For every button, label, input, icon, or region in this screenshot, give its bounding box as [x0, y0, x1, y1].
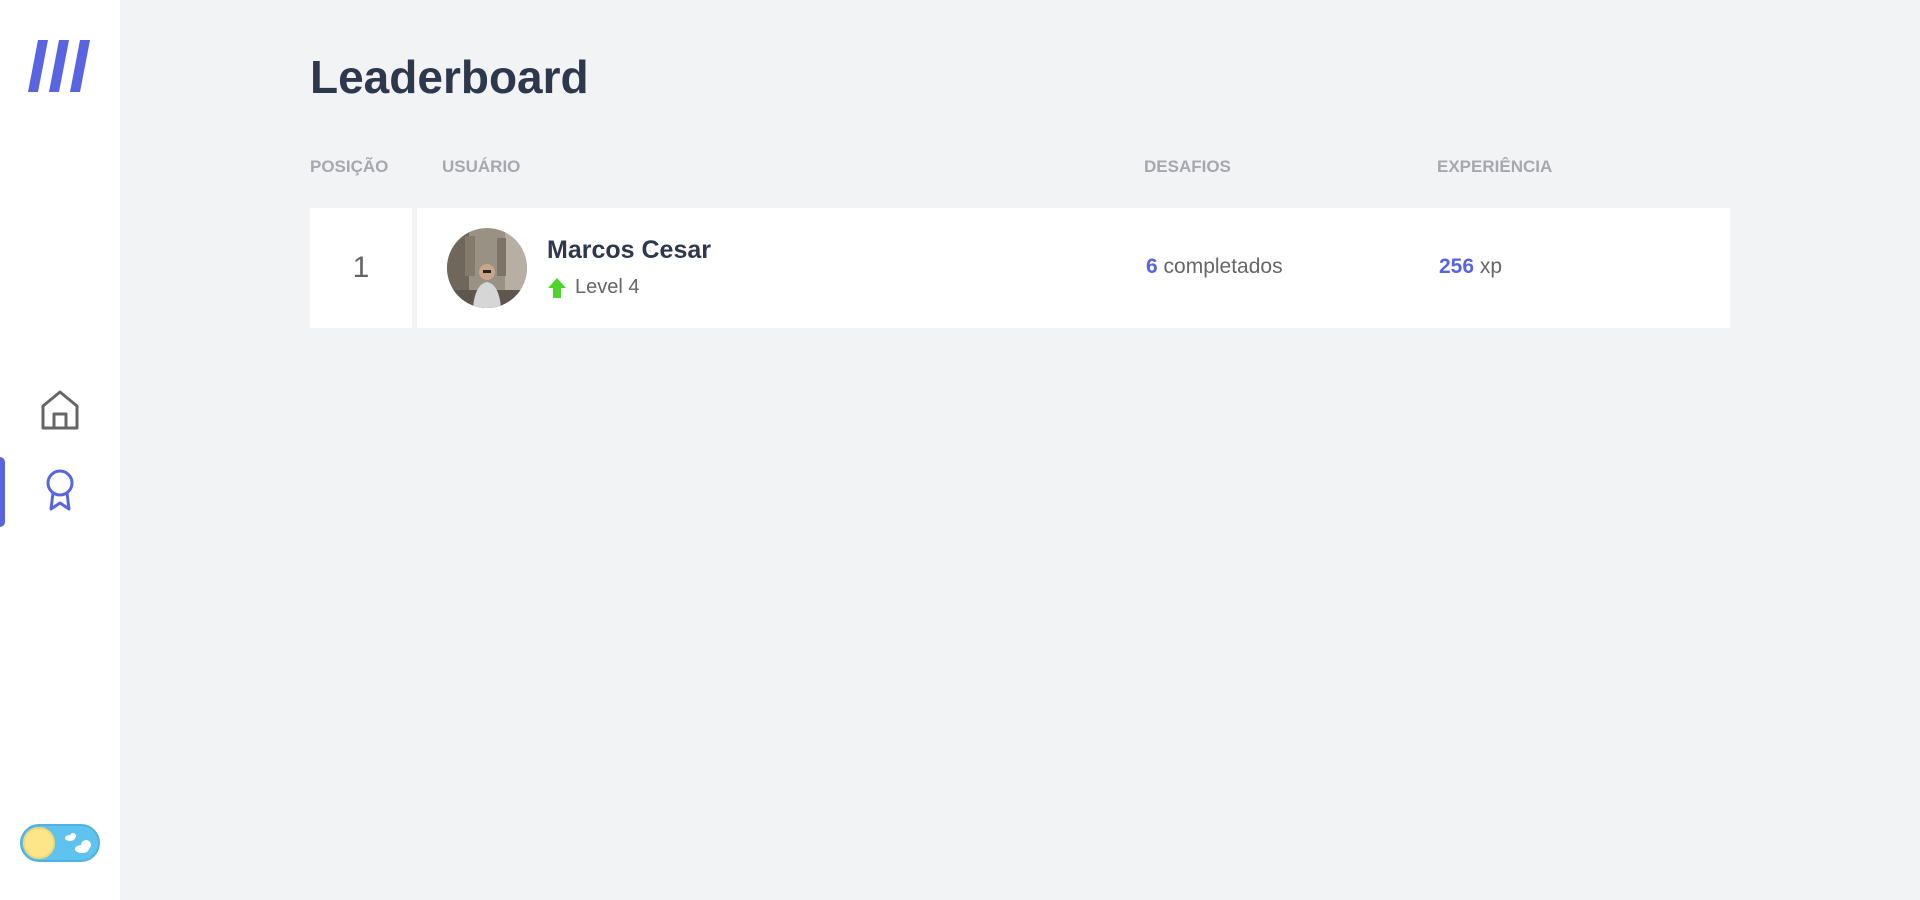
- user-level: Level 4: [547, 276, 640, 299]
- challenges-completed: 6 completados: [1146, 255, 1283, 279]
- challenges-count: 6: [1146, 255, 1158, 278]
- level-label: Level 4: [575, 276, 640, 298]
- xp-amount: 256: [1439, 255, 1475, 278]
- active-indicator: [0, 457, 5, 527]
- column-header-challenges: DESAFIOS: [1144, 157, 1231, 176]
- award-icon: [43, 468, 77, 517]
- home-icon: [40, 389, 80, 436]
- sidebar: [0, 0, 120, 900]
- page-title: Leaderboard: [310, 51, 589, 103]
- user-name: Marcos Cesar: [547, 236, 711, 264]
- position-cell: 1: [310, 208, 412, 328]
- cloud-icon: [65, 833, 91, 853]
- avatar: [447, 228, 527, 308]
- user-cell: Marcos Cesar Level 4 6 completados 256 x…: [417, 208, 1730, 328]
- experience-value: 256 xp: [1439, 255, 1502, 279]
- xp-suffix: xp: [1474, 255, 1503, 278]
- table-header: POSIÇÃO USUÁRIO DESAFIOS EXPERIÊNCIA: [310, 157, 1730, 179]
- sidebar-item-leaderboard[interactable]: [0, 457, 120, 527]
- sun-icon: [23, 827, 55, 859]
- column-header-experience: EXPERIÊNCIA: [1437, 157, 1553, 176]
- column-header-user: USUÁRIO: [442, 157, 521, 176]
- challenges-suffix: completados: [1157, 255, 1283, 278]
- move-it-logo-icon[interactable]: [28, 38, 92, 94]
- sidebar-item-home[interactable]: [0, 377, 120, 447]
- table-row: 1 Marcos Cesar Level 4 6 completados 256…: [310, 208, 1730, 328]
- column-header-position: POSIÇÃO: [310, 157, 389, 176]
- theme-toggle[interactable]: [20, 824, 100, 862]
- level-up-icon: [548, 277, 566, 298]
